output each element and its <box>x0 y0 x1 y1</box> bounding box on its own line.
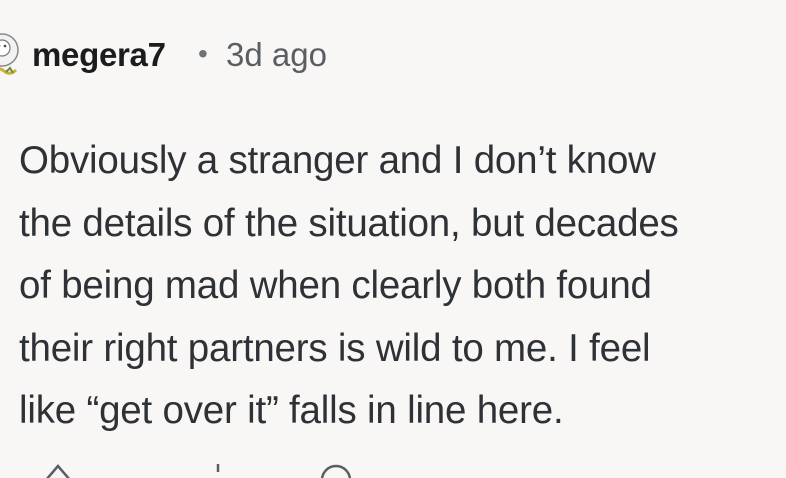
comment-card: megera7 • 3d ago Obviously a stranger an… <box>0 0 786 478</box>
username[interactable]: megera7 <box>32 36 166 74</box>
separator-dot: • <box>198 38 208 69</box>
downvote-icon[interactable] <box>200 462 236 478</box>
user-avatar-icon[interactable] <box>0 28 32 84</box>
upvote-icon[interactable] <box>40 462 76 478</box>
reply-icon[interactable] <box>318 462 354 478</box>
comment-action-bar <box>0 462 786 478</box>
comment-body: Obviously a stranger and I don’t know th… <box>19 139 679 432</box>
comment-timestamp[interactable]: 3d ago <box>226 36 327 74</box>
